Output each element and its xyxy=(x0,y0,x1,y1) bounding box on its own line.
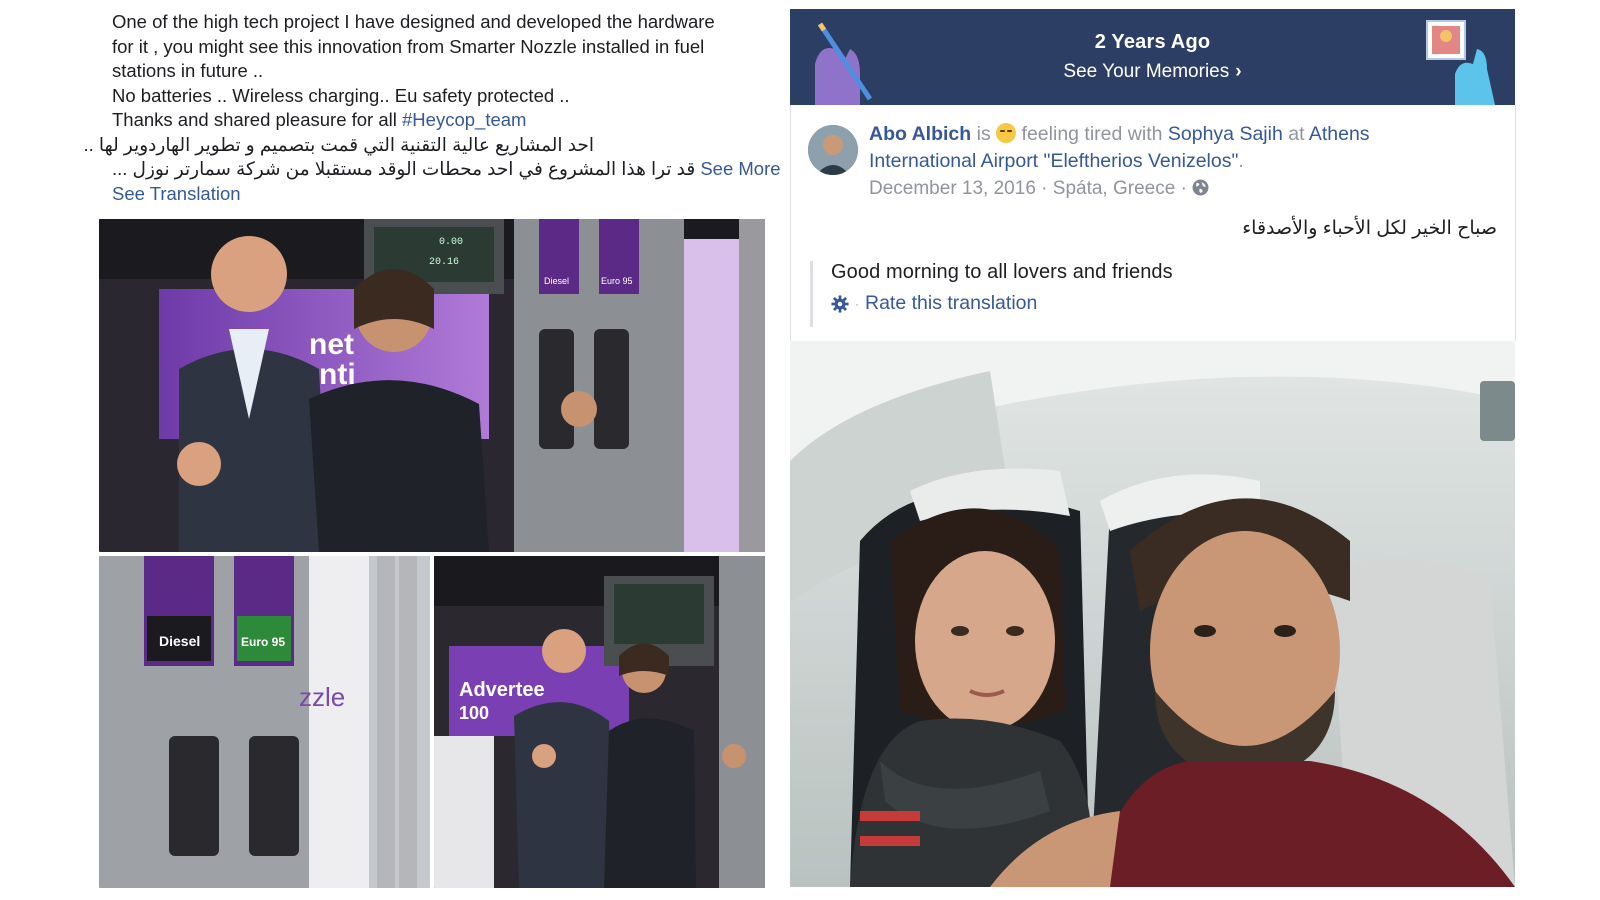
translation-block: Good morning to all lovers and friends ·… xyxy=(810,261,1173,327)
post-text: One of the high tech project I have desi… xyxy=(83,10,781,207)
pump-screen-b: 20.16 xyxy=(429,257,459,268)
post-text-line: No batteries .. Wireless charging.. Eu s… xyxy=(112,84,570,106)
post-header: Abo Albich is feeling tired with Sophya … xyxy=(869,121,1489,202)
globe-icon[interactable] xyxy=(1192,179,1209,196)
post-text-thanks: Thanks and shared pleasure for all xyxy=(112,109,403,130)
photo-main-image: net nti 0.00 20.16 Diesel Euro 95 xyxy=(99,219,765,552)
rate-separator: · xyxy=(855,296,859,311)
location-link[interactable]: Spáta, Greece xyxy=(1053,178,1176,199)
memories-banner: 2 Years Ago See Your Memories › xyxy=(790,9,1515,105)
booth-text-a: net xyxy=(309,328,354,361)
post-text-line: stations in future .. xyxy=(112,60,264,81)
place-link-part-2[interactable]: International Airport "Eleftherios Veniz… xyxy=(869,150,1238,172)
see-memories-label[interactable]: See Your Memories xyxy=(1063,61,1229,82)
post-text-line: Thanks and shared pleasure for all #Heyc… xyxy=(112,108,762,133)
memories-hand-photo-icon xyxy=(1426,20,1495,105)
arabic-line-2: قد ترا هذا المشروع في احد محطات الوقد مس… xyxy=(112,158,696,179)
post-text-line: for it , you might see this innovation f… xyxy=(112,35,705,57)
memory-post-photo[interactable] xyxy=(790,341,1515,887)
post-meta: December 13, 2016 · Spáta, Greece · xyxy=(869,175,1489,202)
post-photo-team[interactable]: Advertee 100 xyxy=(434,556,765,888)
selfie-image xyxy=(790,341,1515,887)
arabic-line: احد المشاريع عالية التقنية التي قمت بتصم… xyxy=(83,133,594,155)
is-text: is xyxy=(976,123,991,145)
meta-separator: · xyxy=(1180,178,1187,199)
rate-translation-label[interactable]: Rate this translation xyxy=(865,292,1037,315)
gear-icon xyxy=(831,294,849,313)
avatar-image xyxy=(808,125,858,175)
tired-emoji-icon xyxy=(996,123,1017,143)
euro95-label: Euro 95 xyxy=(601,276,633,286)
post-header-line-1: Abo Albich is feeling tired with Sophya … xyxy=(869,121,1489,148)
photo-team-image: Advertee 100 xyxy=(434,556,765,888)
memories-title: 2 Years Ago xyxy=(1094,31,1211,53)
post-photo-main[interactable]: net nti 0.00 20.16 Diesel Euro 95 xyxy=(99,219,765,552)
photo-pumps-image: Diesel Euro 95 zzle xyxy=(99,556,430,888)
see-translation-link[interactable]: See Translation xyxy=(112,182,762,207)
rate-translation-link[interactable]: · Rate this translation xyxy=(831,292,1173,315)
diesel-label: Diesel xyxy=(544,276,569,286)
post-text-line: One of the high tech project I have desi… xyxy=(112,11,715,32)
place-link-part-1[interactable]: Athens xyxy=(1309,123,1370,145)
meta-separator: · xyxy=(1041,178,1048,199)
euro95-pump-label: Euro 95 xyxy=(241,635,285,649)
author-name-link[interactable]: Abo Albich xyxy=(869,123,971,145)
pump-screen-a: 0.00 xyxy=(439,237,463,248)
see-memories-link[interactable]: See Your Memories › xyxy=(790,61,1515,83)
chevron-right-icon: › xyxy=(1235,61,1242,82)
memory-post-card: Abo Albich is feeling tired with Sophya … xyxy=(790,105,1516,341)
advert-text: Advertee xyxy=(459,679,545,701)
period-text: . xyxy=(1238,150,1244,172)
post-photo-pumps[interactable]: Diesel Euro 95 zzle xyxy=(99,556,430,888)
nozzle-brand-text: zzle xyxy=(299,682,345,712)
post-header-line-2: International Airport "Eleftherios Veniz… xyxy=(869,148,1489,175)
hashtag-link[interactable]: #Heycop_team xyxy=(402,109,526,130)
post-date-link[interactable]: December 13, 2016 xyxy=(869,178,1036,199)
feeling-text: feeling tired with xyxy=(1021,123,1163,145)
tagged-person-link[interactable]: Sophya Sajih xyxy=(1168,123,1283,145)
left-post: One of the high tech project I have desi… xyxy=(83,10,781,207)
diesel-pump-label: Diesel xyxy=(159,633,200,649)
see-more-link[interactable]: See More xyxy=(700,158,780,179)
at-text: at xyxy=(1288,123,1305,145)
avatar[interactable] xyxy=(808,125,858,175)
status-text-arabic: صباح الخير لكل الأحباء والأصدقاء xyxy=(1242,218,1497,239)
translated-text: Good morning to all lovers and friends xyxy=(831,261,1173,283)
arabic-line-row: قد ترا هذا المشروع في احد محطات الوقد مس… xyxy=(112,157,781,182)
advert-pct: 100 xyxy=(459,703,489,723)
